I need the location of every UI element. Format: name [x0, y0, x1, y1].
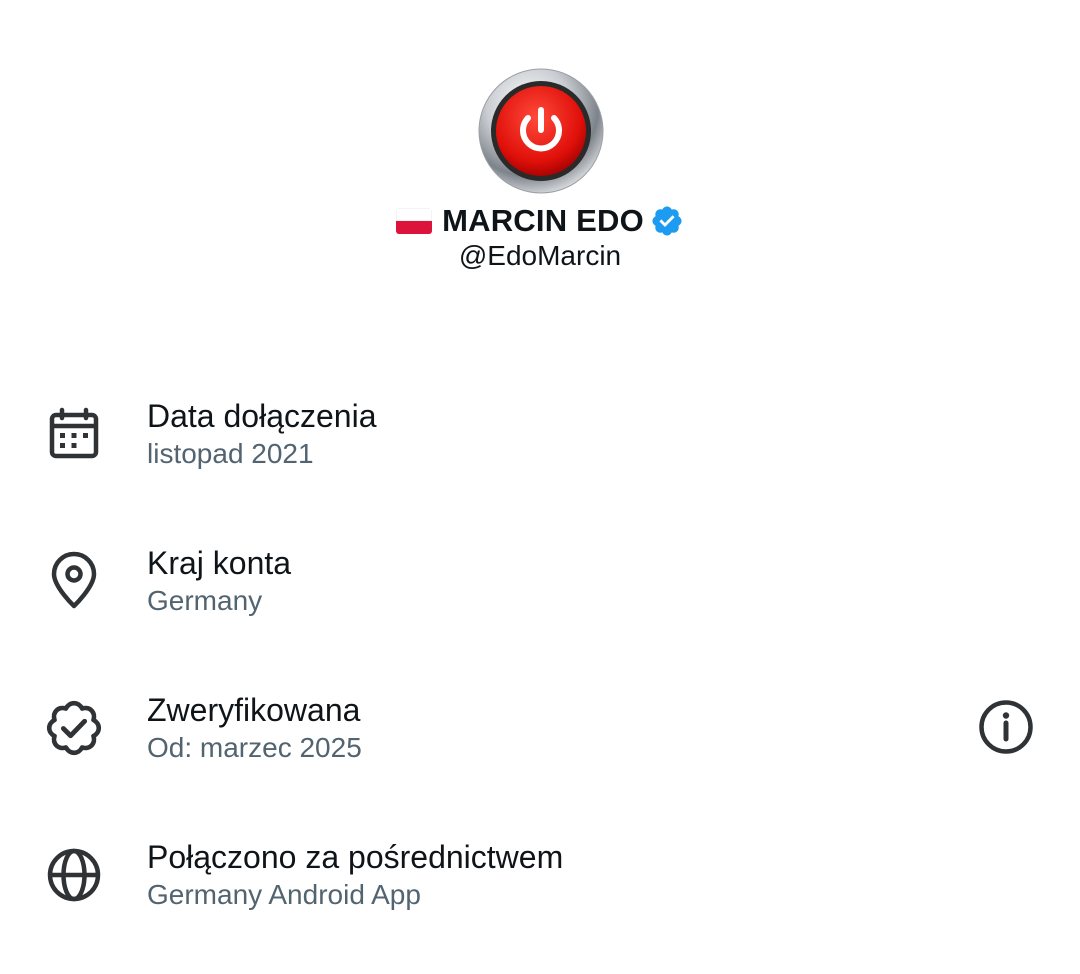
detail-row-connected-via: Połączono za pośrednictwem Germany Andro…	[0, 839, 1080, 939]
globe-icon	[47, 848, 101, 902]
detail-value: listopad 2021	[147, 438, 314, 469]
user-handle[interactable]: @EdoMarcin	[0, 240, 1080, 272]
detail-value: Od: marzec 2025	[147, 732, 362, 763]
verified-check-icon	[46, 700, 102, 756]
detail-label: Data dołączenia	[147, 398, 377, 434]
verified-badge-icon[interactable]	[650, 204, 684, 238]
avatar[interactable]	[478, 68, 604, 194]
display-name: MARCIN EDO	[442, 203, 644, 238]
detail-label: Połączono za pośrednictwem	[147, 839, 564, 875]
detail-value: Germany	[147, 585, 263, 616]
detail-label: Zweryfikowana	[147, 692, 361, 728]
detail-row-join-date: Data dołączenia listopad 2021	[0, 398, 1080, 498]
location-pin-icon	[51, 551, 97, 609]
detail-row-account-country: Kraj konta Germany	[0, 545, 1080, 645]
detail-row-verified: Zweryfikowana Od: marzec 2025	[0, 692, 1080, 792]
info-icon[interactable]	[976, 697, 1036, 757]
detail-label: Kraj konta	[147, 545, 292, 581]
calendar-icon	[49, 407, 99, 459]
detail-value: Germany Android App	[147, 879, 421, 910]
name-row: MARCIN EDO	[0, 200, 1080, 242]
poland-flag-icon	[396, 208, 433, 234]
